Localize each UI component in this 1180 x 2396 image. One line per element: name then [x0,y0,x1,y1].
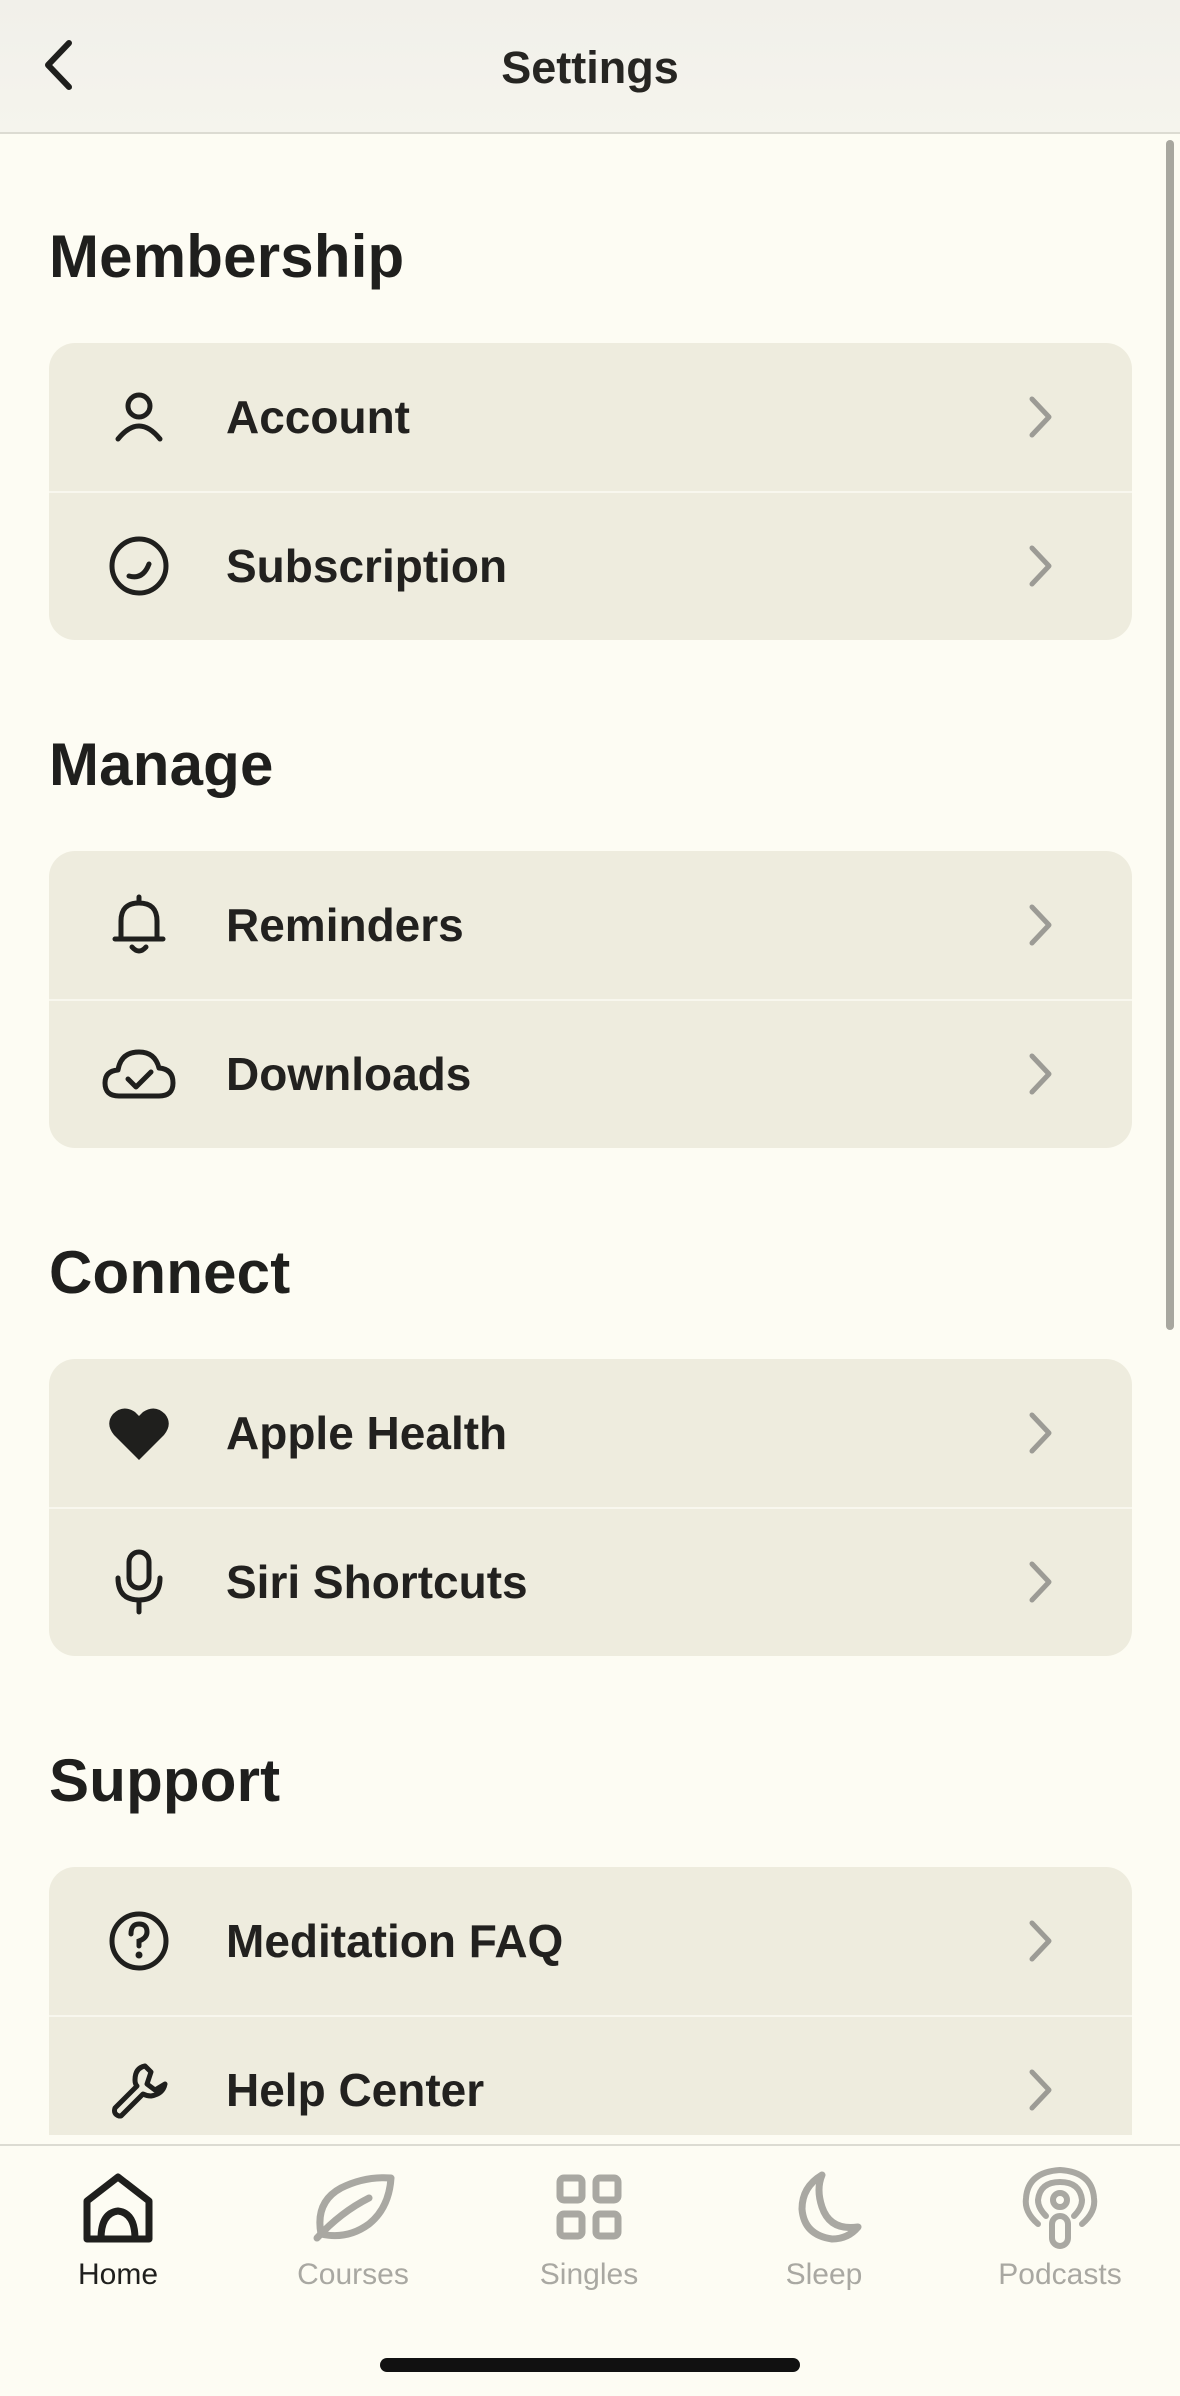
card-connect: Apple Health Siri Shortcuts [49,1359,1132,1656]
row-siri-shortcuts[interactable]: Siri Shortcuts [49,1507,1132,1655]
heart-icon [101,1395,177,1471]
settings-list[interactable]: Membership Account Subscription Manage R… [0,136,1180,2135]
chevron-right-icon [1020,1403,1060,1463]
section-title-manage: Manage [49,731,274,798]
tab-podcasts[interactable]: Podcasts [960,2156,1160,2306]
card-manage: Reminders Downloads [49,851,1132,1148]
row-label: Help Center [226,2064,485,2116]
nav-bar: Settings [0,0,1180,134]
person-icon [101,379,177,455]
tab-label: Podcasts [998,2258,1122,2291]
grid-icon [544,2162,634,2252]
tab-sleep[interactable]: Sleep [724,2156,924,2306]
tab-singles[interactable]: Singles [489,2156,689,2306]
subscription-icon [101,528,177,604]
tab-label: Courses [297,2258,409,2291]
question-icon [101,1903,177,1979]
leaf-icon [308,2162,398,2252]
chevron-right-icon [1020,387,1060,447]
tab-courses[interactable]: Courses [253,2156,453,2306]
row-label: Subscription [226,540,508,592]
chevron-right-icon [1020,1552,1060,1612]
card-membership: Account Subscription [49,343,1132,640]
section-title-support: Support [49,1747,281,1814]
chevron-right-icon [1020,1911,1060,1971]
row-label: Account [226,391,410,443]
row-meditation-faq[interactable]: Meditation FAQ [49,1867,1132,2015]
podcast-icon [1015,2162,1105,2252]
tab-home[interactable]: Home [18,2156,218,2306]
chevron-right-icon [1020,536,1060,596]
row-account[interactable]: Account [49,343,1132,491]
row-subscription[interactable]: Subscription [49,491,1132,639]
card-support: Meditation FAQ Help Center [49,1867,1132,2135]
cloud-check-icon [101,1036,177,1112]
row-label: Downloads [226,1048,472,1100]
tab-label: Sleep [785,2258,863,2291]
bell-icon [101,887,177,963]
section-title-connect: Connect [49,1239,291,1306]
chevron-right-icon [1020,1044,1060,1104]
tab-label: Home [77,2258,159,2291]
row-label: Meditation FAQ [226,1915,564,1967]
row-label: Apple Health [226,1407,508,1459]
row-help-center[interactable]: Help Center [49,2015,1132,2135]
section-title-membership: Membership [49,223,405,290]
wrench-icon [101,2052,177,2128]
chevron-right-icon [1020,2060,1060,2120]
microphone-icon [101,1544,177,1620]
tab-label: Singles [539,2258,639,2291]
row-apple-health[interactable]: Apple Health [49,1359,1132,1507]
row-reminders[interactable]: Reminders [49,851,1132,999]
home-indicator [380,2358,800,2372]
moon-icon [779,2162,869,2252]
page-title: Settings [501,42,679,93]
home-icon [73,2162,163,2252]
chevron-right-icon [1020,895,1060,955]
row-label: Reminders [226,899,464,951]
scrollbar[interactable] [1166,140,1174,1330]
row-downloads[interactable]: Downloads [49,999,1132,1147]
row-label: Siri Shortcuts [226,1556,528,1608]
